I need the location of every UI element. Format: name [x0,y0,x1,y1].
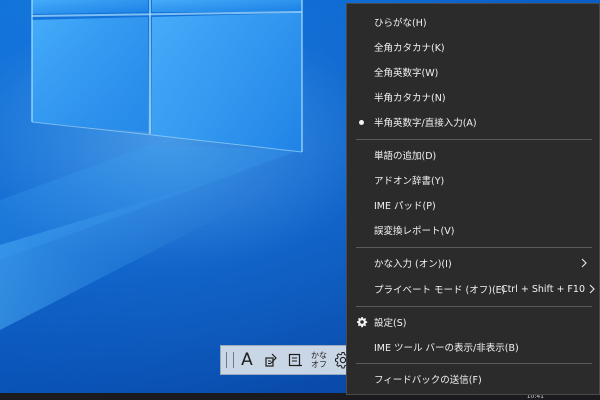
menu-item-send-feedback[interactable]: フィードバックの送信(F) [347,367,599,391]
menu-item-hiragana[interactable]: ひらがな(H) [347,10,599,34]
menu-separator [356,139,592,140]
menu-item-label: プライベート モード (オフ)(E) [374,285,506,296]
menu-item-shortcut: Ctrl + Shift + F10 [500,283,585,295]
menu-item-label: アドオン辞書(Y) [374,176,445,187]
menu-item-label: 単語の追加(D) [374,151,437,162]
ime-context-menu: ひらがな(H) 全角カタカナ(K) 全角英数字(W) 半角カタカナ(N) 半角英… [346,3,600,395]
kana-toggle: かな オフ [311,351,327,369]
chevron-right-icon [581,258,587,268]
dictionary-icon [288,353,302,367]
menu-item-private-mode[interactable]: プライベート モード (オフ)(E) Ctrl + Shift + F10 [347,277,599,301]
menu-item-toggle-toolbar[interactable]: IME ツール バーの表示/非表示(B) [347,335,599,359]
menu-item-label: 全角カタカナ(K) [374,43,445,54]
menu-item-settings[interactable]: 設定(S) [347,310,599,334]
menu-item-label: 誤変換レポート(V) [374,226,455,237]
menu-item-kana-input[interactable]: かな入力 (オン)(I) [347,251,599,275]
kana-toggle-top: かな [311,351,327,360]
menu-item-addon-dictionary[interactable]: アドオン辞書(Y) [347,168,599,192]
menu-item-label: IME ツール バーの表示/非表示(B) [374,343,519,354]
menu-item-label: IME パッド(P) [374,201,436,212]
menu-separator [356,363,592,364]
handwriting-pad-icon [265,353,277,367]
menu-item-halfwidth-katakana[interactable]: 半角カタカナ(N) [347,85,599,109]
kana-toggle-bottom: オフ [311,360,327,369]
menu-item-fullwidth-katakana[interactable]: 全角カタカナ(K) [347,35,599,59]
menu-item-label: かな入力 (オン)(I) [374,259,452,270]
menu-item-label: フィードバックの送信(F) [374,375,482,386]
menu-item-label: 全角英数字(W) [374,68,439,79]
input-mode-letter: A [241,349,253,370]
dictionary-button[interactable] [284,347,306,373]
selected-bullet-icon [359,119,364,125]
menu-item-halfwidth-alphanumeric[interactable]: 半角英数字/直接入力(A) [347,110,599,134]
menu-item-conversion-report[interactable]: 誤変換レポート(V) [347,218,599,242]
menu-item-add-word[interactable]: 単語の追加(D) [347,143,599,167]
menu-item-label: 設定(S) [374,318,407,329]
menu-item-fullwidth-alphanumeric[interactable]: 全角英数字(W) [347,60,599,84]
kana-toggle-button[interactable]: かな オフ [308,347,330,373]
gear-icon [357,317,368,328]
handwriting-pad-button[interactable] [260,347,282,373]
menu-item-ime-pad[interactable]: IME パッド(P) [347,193,599,217]
ime-toolbar: A かな オフ [220,345,360,375]
menu-item-label: ひらがな(H) [374,18,427,29]
grip-icon[interactable] [226,352,234,368]
menu-item-label: 半角カタカナ(N) [374,93,446,104]
input-mode-button[interactable]: A [236,347,258,373]
menu-separator [356,306,592,307]
menu-item-label: 半角英数字/直接入力(A) [374,118,477,129]
menu-separator [356,247,592,248]
chevron-right-icon [589,284,595,294]
